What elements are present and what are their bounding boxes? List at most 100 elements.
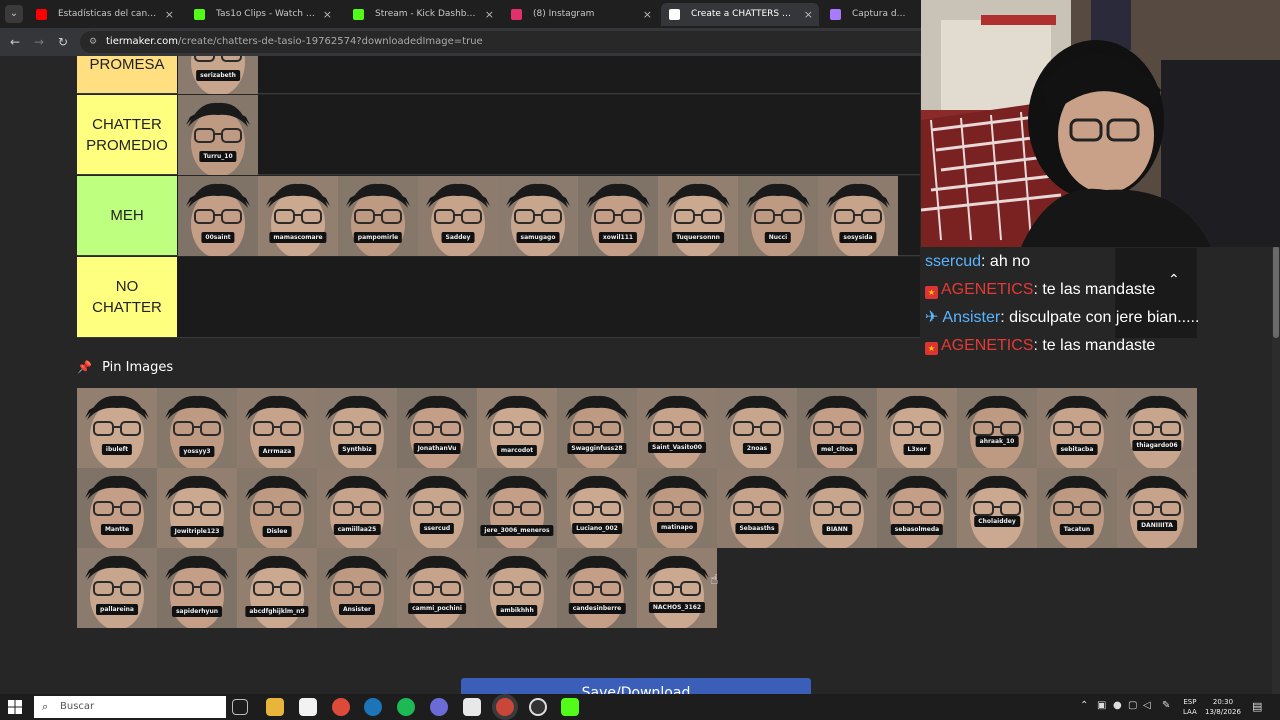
chatter-image[interactable]: Arrmaza <box>237 388 317 468</box>
browser-tab[interactable]: Stream - Kick Dashboard × <box>345 3 500 26</box>
browser-tab[interactable]: Captura de pantalla pc <box>822 3 932 26</box>
tier-label[interactable]: MEH <box>77 176 177 255</box>
back-icon[interactable]: ← <box>10 35 20 49</box>
chatter-image[interactable]: NACHOS_3162 <box>637 548 717 628</box>
task-view-icon[interactable] <box>232 699 248 715</box>
chatter-image[interactable]: ahraak_10 <box>957 388 1037 468</box>
browser-tab[interactable]: Create a CHATTERS DE TASIO Tier List × <box>661 3 819 26</box>
tier-label[interactable]: CHATTER PROMEDIO <box>77 95 177 174</box>
chatter-image[interactable]: ibuleft <box>77 388 157 468</box>
chatter-image[interactable]: Ansister <box>317 548 397 628</box>
forward-icon[interactable]: → <box>34 35 44 49</box>
scrollbar-thumb[interactable] <box>1273 246 1279 338</box>
browser-tab[interactable]: (8) Instagram × <box>503 3 658 26</box>
chatter-name: Nucci <box>764 232 792 243</box>
windows-start-icon[interactable] <box>8 700 22 714</box>
close-icon[interactable]: × <box>165 3 174 26</box>
close-icon[interactable]: × <box>804 3 813 26</box>
chatter-image[interactable]: Jowitriple123 <box>157 468 237 548</box>
chatter-name: Saint_Vasito00 <box>648 442 706 453</box>
epic-games-icon[interactable] <box>299 698 317 716</box>
browser-tab[interactable]: Estadísticas del canal - YouTube × <box>28 3 180 26</box>
chrome-active-icon[interactable] <box>496 698 514 716</box>
tier-items: 00saint mamascomare pampomirle Saddey samuga… <box>178 176 898 256</box>
obs-icon[interactable] <box>529 698 547 716</box>
chatter-image[interactable]: Tacatun <box>1037 468 1117 548</box>
chatter-image[interactable]: JonathanVu <box>397 388 477 468</box>
red-badge-icon: ★ <box>925 286 938 299</box>
chatter-image[interactable]: Tuquersonnn <box>658 176 738 256</box>
chatter-image[interactable]: mel_cltoa <box>797 388 877 468</box>
chatter-image[interactable]: camiillaa25 <box>317 468 397 548</box>
notification-icon[interactable]: ▤ <box>1252 700 1262 713</box>
chatter-image[interactable]: sapiderhyun <box>157 548 237 628</box>
chatter-image[interactable]: 2noas <box>717 388 797 468</box>
browser-tab[interactable]: Tas1o Clips - Watch Live on Kick × <box>186 3 338 26</box>
chatter-image[interactable]: BIANN <box>797 468 877 548</box>
microphone-icon[interactable]: ● <box>1113 700 1122 711</box>
pen-icon[interactable]: ✎ <box>1162 700 1170 711</box>
chatter-image[interactable]: thiagardo06 <box>1117 388 1197 468</box>
chatter-image[interactable]: 00saint <box>178 176 258 256</box>
chatter-image[interactable]: Saint_Vasito00 <box>637 388 717 468</box>
chatter-image[interactable]: samugago <box>498 176 578 256</box>
chatter-image[interactable]: DANIIIITA <box>1117 468 1197 548</box>
chatter-name: Sebaasths <box>735 523 779 534</box>
chevron-up-tray-icon[interactable]: ⌃ <box>1080 700 1088 711</box>
language-bottom: LAA <box>1183 708 1197 716</box>
chatter-image[interactable]: Nucci <box>738 176 818 256</box>
chatter-image[interactable]: candesinberre <box>557 548 637 628</box>
address-bar[interactable]: ⚙ tiermaker.com/create/chatters-de-tasio… <box>80 31 950 53</box>
kick-taskbar-icon[interactable] <box>561 698 579 716</box>
discord-icon[interactable] <box>430 698 448 716</box>
chatter-image[interactable]: Swagginfuss28 <box>557 388 637 468</box>
tier-label[interactable]: PROMESA <box>77 56 177 93</box>
chatter-image[interactable]: L3xer <box>877 388 957 468</box>
chrome-icon[interactable] <box>332 698 350 716</box>
tab-search-button[interactable]: ⌄ <box>5 5 23 23</box>
site-info-icon[interactable]: ⚙ <box>89 31 97 53</box>
chatter-image[interactable]: jere_3006_meneros <box>477 468 557 548</box>
pin-images-grid: ibuleft yossyy3 Arrmaza Synthbiz JonathanVu m… <box>77 388 1197 628</box>
chatter-image[interactable]: Synthbiz <box>317 388 397 468</box>
chatter-image[interactable]: ssercud <box>397 468 477 548</box>
chatter-image[interactable]: mamascomare <box>258 176 338 256</box>
chatter-image[interactable]: pallareina <box>77 548 157 628</box>
chatter-image[interactable]: pampomirle <box>338 176 418 256</box>
close-icon[interactable]: × <box>485 3 494 26</box>
chatter-name: Mantte <box>100 524 134 535</box>
chatter-image[interactable]: Saddey <box>418 176 498 256</box>
reload-icon[interactable]: ↻ <box>58 35 68 49</box>
chatter-image[interactable]: Cholaiddey <box>957 468 1037 548</box>
chatter-image[interactable]: sebitacba <box>1037 388 1117 468</box>
close-icon[interactable]: × <box>643 3 652 26</box>
speaker-icon[interactable]: ◁ <box>1143 700 1151 711</box>
taskbar-search[interactable]: ⌕ Buscar <box>34 696 226 718</box>
chatter-image[interactable]: marcodot <box>477 388 557 468</box>
tier-label[interactable]: NO CHATTER <box>77 257 177 337</box>
chatter-image[interactable]: matinapo <box>637 468 717 548</box>
spotify-icon[interactable] <box>397 698 415 716</box>
chatter-image[interactable]: Luciano_002 <box>557 468 637 548</box>
capcut-icon[interactable] <box>463 698 481 716</box>
steam-icon[interactable] <box>364 698 382 716</box>
close-icon[interactable]: × <box>323 3 332 26</box>
tray-app-icon[interactable]: ▣ <box>1097 700 1106 711</box>
chatter-image[interactable]: ambikhhh <box>477 548 557 628</box>
chatter-image[interactable]: sebasolmeda <box>877 468 957 548</box>
chatter-image[interactable]: serizabeth <box>178 56 258 94</box>
chatter-image[interactable]: cammi_pochini <box>397 548 477 628</box>
chatter-image[interactable]: Mantte <box>77 468 157 548</box>
chatter-image[interactable]: abcdfghijklm_n9 <box>237 548 317 628</box>
tray-box-icon[interactable]: ▢ <box>1128 700 1137 711</box>
file-explorer-icon[interactable] <box>266 698 284 716</box>
chatter-image[interactable]: Sebaasths <box>717 468 797 548</box>
chatter-image[interactable]: sosysida <box>818 176 898 256</box>
save-download-button[interactable]: Save/Download <box>461 678 811 694</box>
chatter-image[interactable]: yossyy3 <box>157 388 237 468</box>
language-indicator[interactable]: ESP LAA <box>1183 697 1197 717</box>
chatter-image[interactable]: xowil111 <box>578 176 658 256</box>
clock[interactable]: 20:30 13/8/2026 <box>1205 697 1241 717</box>
chatter-image[interactable]: Turru_10 <box>178 95 258 175</box>
chatter-image[interactable]: Dislee <box>237 468 317 548</box>
